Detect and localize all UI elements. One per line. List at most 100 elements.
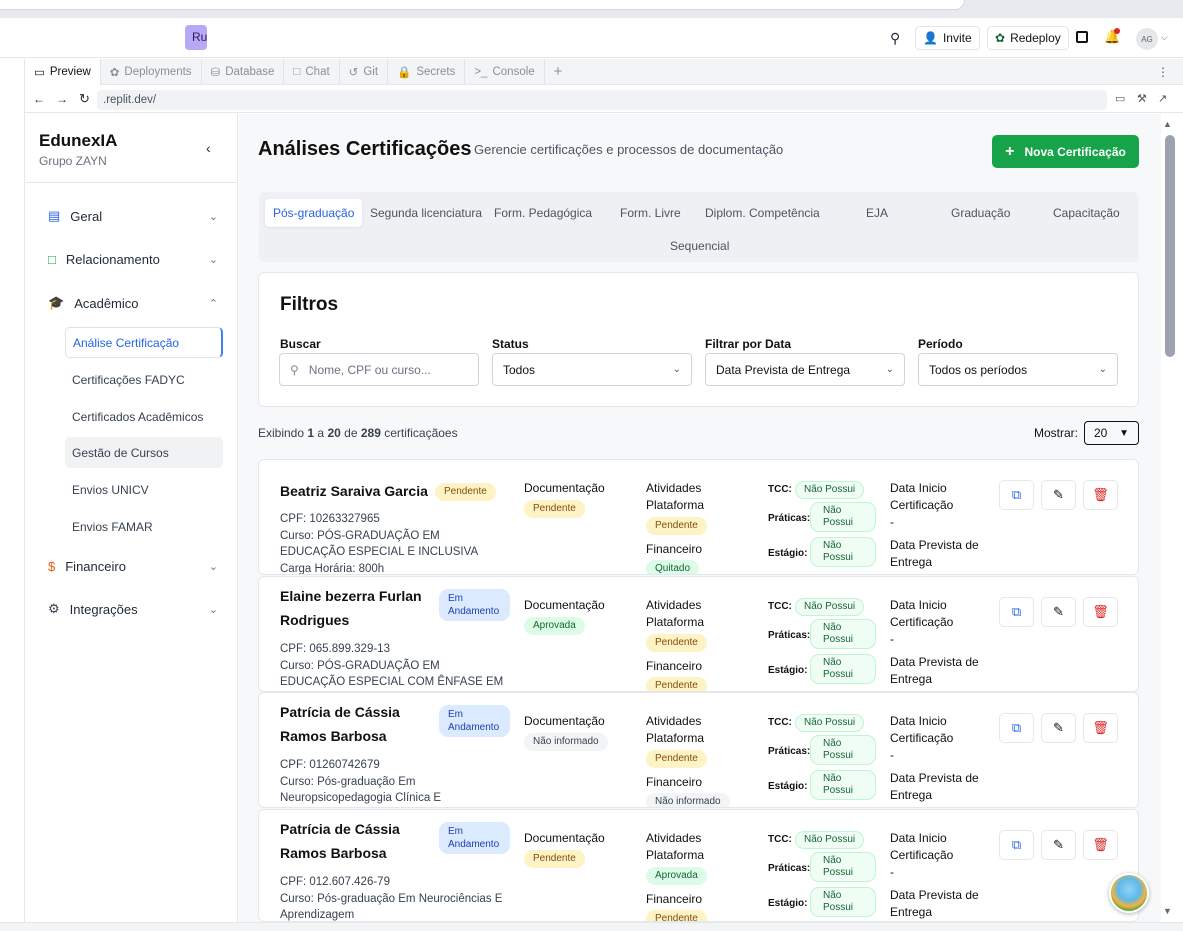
tab-form-livre[interactable]: Form. Livre xyxy=(612,199,689,227)
avatar[interactable]: AG xyxy=(1136,28,1158,50)
tree-icon: ✿ xyxy=(995,31,1006,45)
chevron-down-icon: ⌄ xyxy=(1098,364,1107,375)
floating-assistant-icon[interactable] xyxy=(1109,873,1149,913)
status-badge: Pendente xyxy=(435,483,496,501)
redeploy-button[interactable]: ✿ Redeploy xyxy=(987,26,1069,50)
monitor-icon: ▭ xyxy=(34,66,45,79)
nav-relacionamento[interactable]: □ Relacionamento ⌄ xyxy=(48,247,218,271)
brand-subtitle: Grupo ZAYN xyxy=(39,154,107,168)
search-input[interactable]: ⚲ Nome, CPF ou curso... xyxy=(279,353,479,386)
start-date-value: - xyxy=(890,748,894,762)
devices-icon[interactable]: ▭ xyxy=(1115,92,1125,105)
wrench-icon[interactable]: ⚒ xyxy=(1137,92,1147,105)
url-input[interactable]: .replit.dev/ xyxy=(97,90,1107,110)
edit-icon: ✎ xyxy=(1053,604,1064,619)
documentation-badge: Não informado xyxy=(524,733,608,751)
sidebar-item-envios-famar[interactable]: Envios FAMAR xyxy=(65,511,223,542)
tcc-badge: Não Possui xyxy=(795,598,865,616)
tab-deployments[interactable]: ✿ Deployments xyxy=(101,58,202,85)
edit-button[interactable]: ✎ xyxy=(1041,480,1076,510)
scroll-up-icon[interactable]: ▲ xyxy=(1163,119,1172,129)
copy-icon: ⧉ xyxy=(1011,487,1022,502)
edit-button[interactable]: ✎ xyxy=(1041,597,1076,627)
add-tab-button[interactable]: + xyxy=(545,59,572,85)
tcc-label: TCC: xyxy=(768,717,792,728)
status-badge: Em Andamento xyxy=(439,822,510,854)
date-filter-label: Filtrar por Data xyxy=(705,337,792,351)
tab-console[interactable]: >_ Console xyxy=(465,58,545,85)
chevron-down-icon: ⌄ xyxy=(885,364,894,375)
tab-form-pedagogica[interactable]: Form. Pedagógica xyxy=(486,199,600,227)
chevron-down-icon: ⌄ xyxy=(208,210,218,223)
collapse-sidebar-icon[interactable]: ‹ xyxy=(206,140,211,156)
copy-button[interactable]: ⧉ xyxy=(999,830,1034,860)
tab-capacitacao[interactable]: Capacitação xyxy=(1045,199,1128,227)
tab-chat[interactable]: □ Chat xyxy=(284,58,340,85)
trash-icon: 🗑 xyxy=(1092,487,1109,502)
nav-geral[interactable]: ▤ Geral ⌄ xyxy=(48,204,218,228)
tab-secrets[interactable]: 🔒 Secrets xyxy=(388,58,466,85)
activities-badge: Pendente xyxy=(646,750,707,768)
copy-button[interactable]: ⧉ xyxy=(999,713,1034,743)
more-options-icon[interactable]: ⋮ xyxy=(1157,65,1183,79)
sidebar-item-certificacoes-fadyc[interactable]: Certificações FADYC xyxy=(65,364,223,395)
tab-sequencial[interactable]: Sequencial xyxy=(662,232,737,260)
copy-button[interactable]: ⧉ xyxy=(999,597,1034,627)
tab-eja[interactable]: EJA xyxy=(858,199,896,227)
date-filter-select[interactable]: Data Prevista de Entrega ⌄ xyxy=(705,353,905,386)
start-date-value: - xyxy=(890,632,894,646)
reload-icon[interactable]: ↻ xyxy=(79,91,90,107)
documentation-label: Documentação xyxy=(524,831,605,845)
edit-button[interactable]: ✎ xyxy=(1041,830,1076,860)
certification-card: Patrícia de Cássia Ramos Barbosa Em Anda… xyxy=(258,692,1139,808)
activities-badge: Pendente xyxy=(646,634,707,652)
delete-button[interactable]: 🗑 xyxy=(1083,830,1118,860)
status-select[interactable]: Todos ⌄ xyxy=(492,353,692,386)
invite-button[interactable]: 👤 Invite xyxy=(915,26,980,50)
activities-label: Atividades Plataforma xyxy=(646,598,705,629)
sidebar-item-gestao-cursos[interactable]: Gestão de Cursos xyxy=(65,437,223,468)
edit-button[interactable]: ✎ xyxy=(1041,713,1076,743)
start-date-label: Data Inicio Certificação xyxy=(890,831,954,862)
sidebar-item-analise-certificacao[interactable]: Análise Certificação xyxy=(65,327,223,358)
nav-academico[interactable]: 🎓 Acadêmico ⌃ xyxy=(48,291,218,315)
sidebar-item-envios-unicv[interactable]: Envios UNICV xyxy=(65,474,223,505)
page-size-select[interactable]: 20 ▼ xyxy=(1084,421,1139,445)
bar-chart-icon: ▤ xyxy=(48,208,61,223)
new-certification-button[interactable]: + Nova Certificação xyxy=(992,135,1139,168)
chevron-down-icon: ⌄ xyxy=(208,253,218,266)
estagio-label: Estágio: xyxy=(768,548,808,559)
scroll-down-icon[interactable]: ▼ xyxy=(1163,906,1172,916)
window-icon[interactable] xyxy=(1076,31,1088,43)
tab-diplom-competencia[interactable]: Diplom. Competência xyxy=(697,199,828,227)
tab-git[interactable]: ↺ Git xyxy=(340,58,389,85)
delete-button[interactable]: 🗑 xyxy=(1083,713,1118,743)
tab-graduacao[interactable]: Graduação xyxy=(943,199,1018,227)
tab-pos-graduacao[interactable]: Pós-graduação xyxy=(265,199,363,227)
student-info: CPF: 065.899.329-13 Curso: PÓS-GRADUAÇÃO… xyxy=(280,643,504,688)
nav-financeiro[interactable]: $ Financeiro ⌄ xyxy=(48,554,218,578)
running-status[interactable]: ▦ Running xyxy=(185,25,207,50)
search-icon[interactable]: ⚲ xyxy=(890,30,900,47)
delete-button[interactable]: 🗑 xyxy=(1083,597,1118,627)
finance-badge: Pendente xyxy=(646,677,707,691)
forward-arrow-icon[interactable]: → xyxy=(56,92,68,106)
period-select[interactable]: Todos os períodos ⌄ xyxy=(918,353,1118,386)
tab-segunda-licenciatura[interactable]: Segunda licenciatura xyxy=(362,199,490,227)
back-arrow-icon[interactable]: ← xyxy=(33,92,45,106)
praticas-badge: Não Possui xyxy=(810,502,876,532)
gear-icon: ⚙ xyxy=(48,601,60,616)
external-link-icon[interactable]: ↗ xyxy=(1158,92,1167,105)
delete-button[interactable]: 🗑 xyxy=(1083,480,1118,510)
scrollbar-thumb[interactable] xyxy=(1165,135,1175,357)
sidebar-item-certificados-academicos[interactable]: Certificados Acadêmicos xyxy=(65,401,223,432)
copy-button[interactable]: ⧉ xyxy=(999,480,1034,510)
due-date-label: Data Prevista de Entrega xyxy=(890,771,979,802)
start-date-label: Data Inicio Certificação xyxy=(890,714,954,745)
praticas-badge: Não Possui xyxy=(810,852,876,882)
tab-preview[interactable]: ▭ Preview xyxy=(25,58,101,85)
deploy-icon: ✿ xyxy=(109,66,120,79)
chevron-down-icon[interactable]: ⌵ xyxy=(1161,32,1168,43)
tab-database[interactable]: ⛁ Database xyxy=(202,58,285,85)
nav-integracoes[interactable]: ⚙ Integrações ⌄ xyxy=(48,597,218,621)
